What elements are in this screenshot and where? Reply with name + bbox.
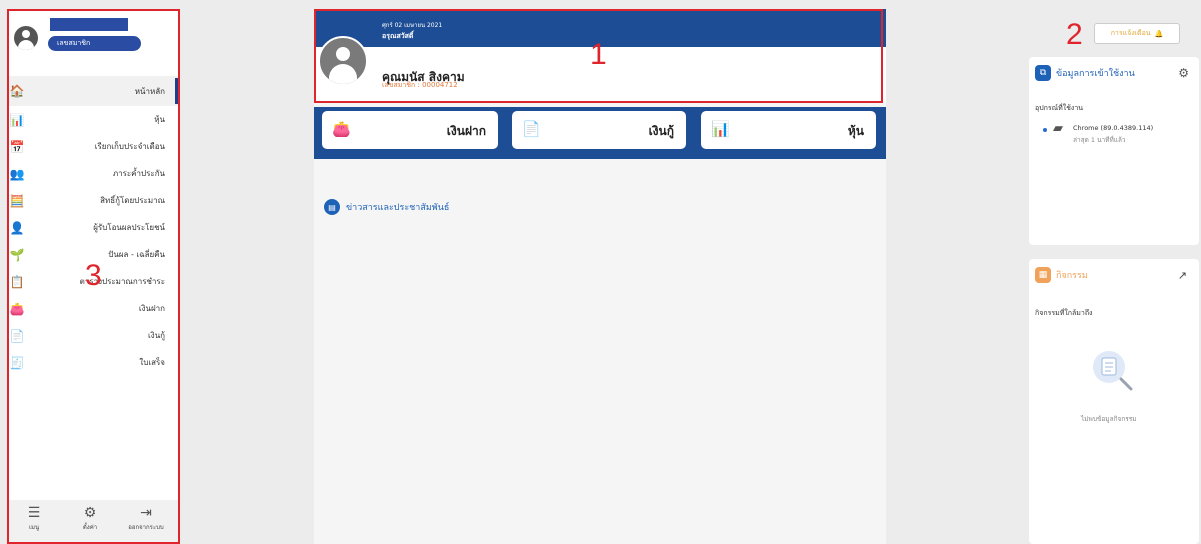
activity-panel: ▦ กิจกรรม ↗ กิจกรรมที่ใกล้มาถึง ไม่พบข้อ…: [1029, 259, 1199, 544]
avatar: [14, 26, 38, 50]
login-info-title: ข้อมูลการเข้าใช้งาน: [1056, 69, 1135, 79]
device-name: Chrome (89.0.4389.114): [1073, 124, 1154, 132]
loan-document-icon: 📄: [9, 328, 25, 343]
sidebar-item[interactable]: 📄 เงินกู้: [8, 322, 179, 349]
activity-empty-text: ไม่พบข้อมูลกิจกรรม: [1081, 415, 1137, 423]
empty-search-illustration: [1093, 351, 1133, 391]
wallet-icon: 👛: [9, 301, 25, 316]
stock-card-label: หุ้น: [847, 124, 864, 138]
sidebar-bottom-bar: ☰ เมนู ⚙ ตั้งค่า ⇥ ออกจากระบบ: [8, 500, 179, 544]
settings-gear-icon[interactable]: ⚙: [1178, 66, 1189, 80]
sidebar-item[interactable]: 📅 เรียกเก็บประจำเดือน: [8, 133, 179, 160]
beneficiary-icon: 👤: [9, 220, 25, 235]
settings-gear-icon: ⚙: [83, 505, 97, 521]
home-icon: 🏠: [9, 84, 25, 98]
sidebar-item[interactable]: 🏠 หน้าหลัก: [8, 76, 179, 106]
stock-chart-icon: 📊: [9, 112, 25, 127]
sidebar-item-label: ปันผล - เฉลี่ยคืน: [108, 250, 165, 259]
login-info-header: ⧉ ข้อมูลการเข้าใช้งาน: [1035, 65, 1135, 81]
sidebar-menu: 🏠 หน้าหลัก 📊 หุ้น 📅 เรียกเก็บประจำเดือน 👥 ภาระค…: [8, 76, 179, 376]
stock-card[interactable]: 📊 หุ้น: [701, 111, 876, 149]
sidebar-item-label: ใบเสร็จ: [139, 358, 165, 367]
laptop-icon: ▰: [1053, 121, 1063, 136]
annotation-number-1: 1: [590, 38, 607, 71]
sidebar-profile: เลขสมาชิก: [8, 10, 179, 68]
deposit-card-label: เงินฝาก: [446, 124, 486, 138]
greeting: อรุณสวัสดิ์: [382, 32, 414, 40]
device-last-seen: ล่าสุด 1 นาทีที่แล้ว: [1073, 136, 1126, 144]
activity-section-title: กิจกรรมที่ใกล้มาถึง: [1035, 309, 1093, 317]
bottom-nav-label: ตั้งค่า: [82, 524, 98, 531]
news-title: ข่าวสารและประชาสัมพันธ์: [346, 203, 450, 213]
bottom-nav-menu-list[interactable]: ☰ เมนู: [14, 504, 54, 532]
sidebar-item-label: ผู้รับโอนผลประโยชน์: [93, 223, 165, 232]
sidebar-item[interactable]: 👤 ผู้รับโอนผลประโยชน์: [8, 214, 179, 241]
main-content: ศุกร์ 02 เมษายน 2021 อรุณสวัสดิ์ คุณมนัส…: [314, 9, 886, 544]
annotation-number-2: 2: [1066, 18, 1083, 51]
loan-calculator-icon: 🧮: [9, 193, 25, 208]
news-section: ▤ ข่าวสารและประชาสัมพันธ์: [314, 159, 886, 234]
activity-title: กิจกรรม: [1056, 271, 1088, 281]
notification-button[interactable]: การแจ้งเตือน 🔔: [1094, 23, 1180, 44]
wallet-icon: 👛: [332, 120, 351, 138]
redacted-name: [50, 18, 128, 31]
news-link[interactable]: ▤ ข่าวสารและประชาสัมพันธ์: [324, 199, 449, 215]
sidebar-item-label: เงินกู้: [148, 331, 165, 340]
activity-calendar-icon: ▦: [1035, 267, 1051, 283]
sidebar-item[interactable]: 🧾 ใบเสร็จ: [8, 349, 179, 376]
activity-header: ▦ กิจกรรม: [1035, 267, 1088, 283]
bell-icon: 🔔: [1154, 29, 1164, 38]
sidebar-item-label: หุ้น: [154, 115, 165, 124]
calendar-icon: 📅: [9, 139, 25, 154]
payment-table-icon: 📋: [9, 274, 25, 289]
sidebar-item[interactable]: 📊 หุ้น: [8, 106, 179, 133]
device-section-title: อุปกรณ์ที่ใช้งาน: [1035, 104, 1084, 112]
receipt-icon: 🧾: [9, 355, 25, 370]
login-info-panel: ⧉ ข้อมูลการเข้าใช้งาน ⚙ อุปกรณ์ที่ใช้งาน…: [1029, 57, 1199, 245]
loan-card[interactable]: 📄 เงินกู้: [512, 111, 686, 149]
notification-label: การแจ้งเตือน: [1110, 29, 1151, 37]
current-date: ศุกร์ 02 เมษายน 2021: [382, 22, 443, 29]
sidebar-item-label: หน้าหลัก: [134, 86, 165, 96]
sidebar-item-label: สิทธิ์กู้โดยประมาณ: [100, 196, 165, 205]
news-icon: ▤: [324, 199, 340, 215]
sidebar-item[interactable]: 👥 ภาระค้ำประกัน: [8, 160, 179, 187]
sidebar-item[interactable]: 👛 เงินฝาก: [8, 295, 179, 322]
user-avatar: [318, 36, 368, 86]
bottom-nav-settings-gear[interactable]: ⚙ ตั้งค่า: [70, 504, 110, 532]
guarantor-people-icon: 👥: [9, 166, 25, 181]
sidebar-item-label: เงินฝาก: [138, 304, 165, 313]
menu-list-icon: ☰: [27, 505, 41, 521]
member-number-pill: เลขสมาชิก: [48, 36, 141, 51]
stock-chart-icon: 📊: [711, 120, 730, 138]
device-login-icon: ⧉: [1035, 65, 1051, 81]
logout-icon: ⇥: [140, 505, 152, 521]
annotation-number-3: 3: [85, 259, 102, 292]
active-dot: [1043, 128, 1047, 132]
deposit-card[interactable]: 👛 เงินฝาก: [322, 111, 498, 149]
sidebar-item-label: เรียกเก็บประจำเดือน: [94, 142, 165, 151]
loan-document-icon: 📄: [522, 120, 541, 138]
quick-cards: 👛 เงินฝาก 📄 เงินกู้ 📊 หุ้น: [314, 107, 886, 159]
bottom-nav-logout[interactable]: ⇥ ออกจากระบบ: [126, 504, 166, 532]
member-id: เลขสมาชิก : 00004712: [382, 81, 458, 89]
loan-card-label: เงินกู้: [648, 124, 674, 138]
bottom-nav-label: เมนู: [28, 524, 40, 531]
bottom-nav-label: ออกจากระบบ: [128, 524, 164, 531]
sidebar-item[interactable]: 🧮 สิทธิ์กู้โดยประมาณ: [8, 187, 179, 214]
dividend-plant-icon: 🌱: [9, 247, 25, 262]
sidebar-item-label: ภาระค้ำประกัน: [112, 169, 165, 178]
expand-arrow-icon[interactable]: ↗: [1178, 269, 1187, 282]
